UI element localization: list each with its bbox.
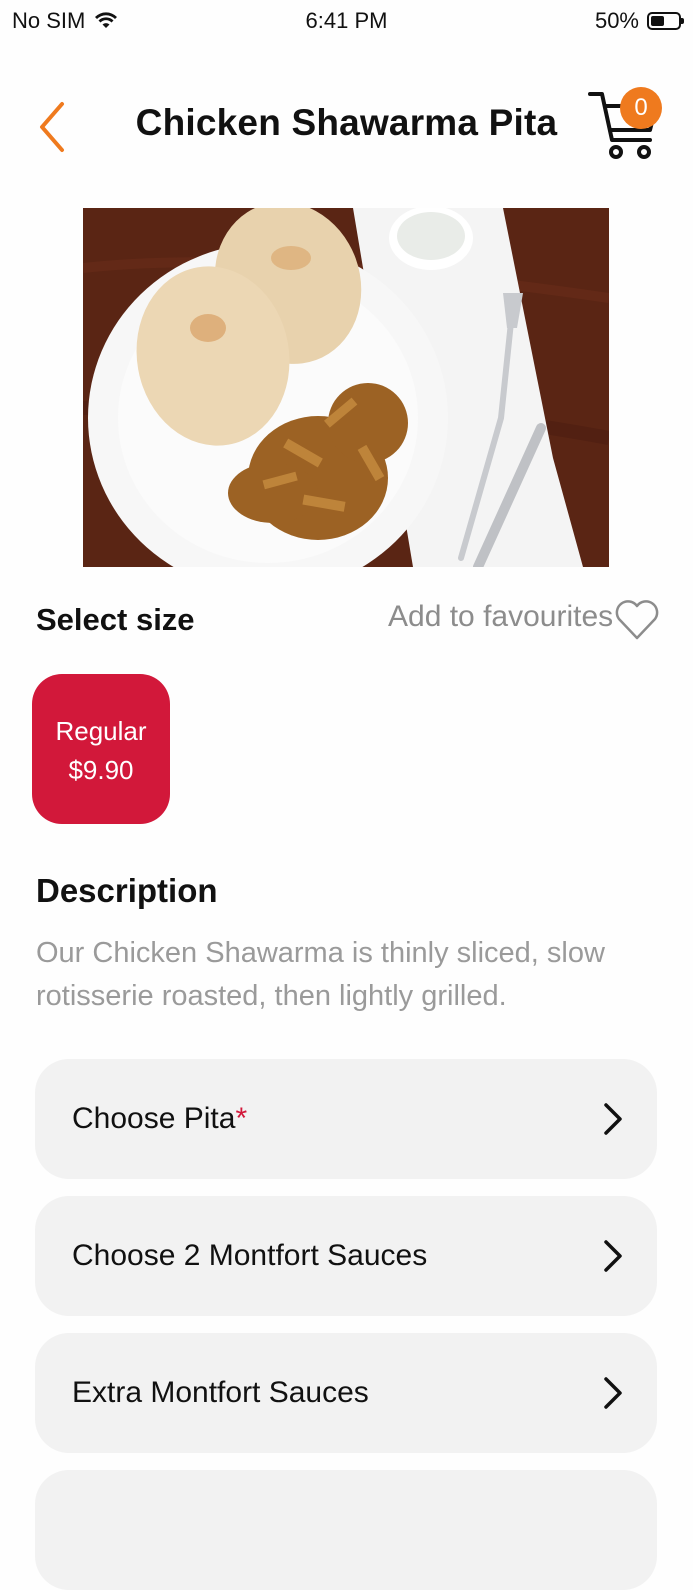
status-bar: No SIM 6:41 PM 50% [0, 0, 693, 44]
status-right: 50% [594, 8, 684, 34]
status-time: 6:41 PM [305, 8, 388, 33]
required-asterisk: * [235, 1102, 248, 1135]
cart-count-badge: 0 [620, 87, 662, 129]
battery-percent: 50% [594, 8, 639, 33]
add-to-favourites-link[interactable]: Add to favourites [388, 600, 613, 634]
option-label: Choose Pita* [72, 1102, 248, 1135]
chevron-right-icon [604, 1377, 622, 1409]
description-text: Our Chicken Shawarma is thinly sliced, s… [36, 937, 605, 1012]
size-price: $9.90 [68, 755, 134, 785]
description-heading: Description [36, 872, 218, 909]
option-partial[interactable] [35, 1470, 657, 1590]
heart-icon[interactable] [614, 596, 660, 644]
option-label: Extra Montfort Sauces [72, 1376, 369, 1409]
size-option-regular[interactable]: Regular $9.90 [32, 674, 170, 824]
option-choose-sauces[interactable]: Choose 2 Montfort Sauces [35, 1196, 657, 1316]
product-image [83, 208, 609, 567]
option-extra-sauces[interactable]: Extra Montfort Sauces [35, 1333, 657, 1453]
chevron-right-icon [604, 1240, 622, 1272]
option-choose-pita[interactable]: Choose Pita* [35, 1059, 657, 1179]
battery-icon [647, 12, 684, 30]
size-name: Regular [55, 716, 147, 746]
select-size-heading: Select size [36, 602, 195, 637]
chevron-right-icon [604, 1103, 622, 1135]
option-label: Choose 2 Montfort Sauces [72, 1239, 428, 1272]
